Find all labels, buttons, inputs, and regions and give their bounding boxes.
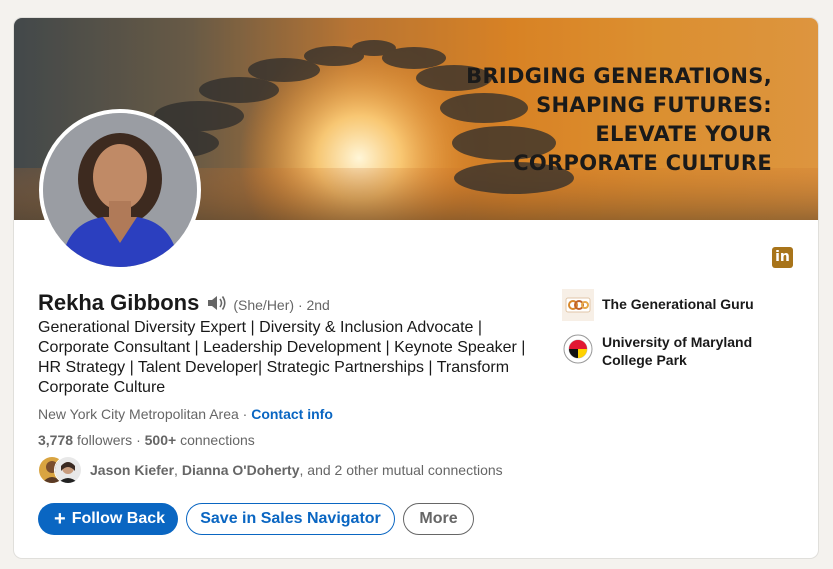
connections-label: connections — [180, 432, 255, 448]
mutual-avatar — [54, 456, 82, 484]
mutual-sep: , — [174, 462, 182, 478]
profile-avatar[interactable] — [39, 109, 201, 271]
profile-actions: + Follow Back Save in Sales Navigator Mo… — [38, 503, 474, 535]
avatar-photo — [43, 113, 197, 267]
speaker-icon[interactable] — [206, 294, 228, 317]
connections-link[interactable]: 500+ connections — [145, 432, 255, 448]
location-separator: · — [238, 406, 252, 422]
mutual-avatars — [38, 456, 86, 484]
mutual-connections-text: Jason Kiefer, Dianna O'Doherty, and 2 ot… — [90, 462, 503, 478]
connections-count: 500+ — [144, 432, 177, 448]
profile-headline: Generational Diversity Expert | Diversit… — [38, 319, 526, 396]
name-row: Rekha Gibbons (She/Her) · 2nd — [38, 290, 330, 316]
save-in-sales-navigator-button[interactable]: Save in Sales Navigator — [186, 503, 395, 535]
location-row: New York City Metropolitan Area · Contac… — [38, 406, 333, 422]
umd-seal-logo — [562, 333, 594, 365]
school-name: University of Maryland College Park — [602, 334, 753, 368]
profile-location: New York City Metropolitan Area — [38, 406, 239, 422]
current-company[interactable]: The Generational Guru — [562, 289, 802, 321]
linkedin-icon[interactable]: in — [772, 247, 793, 268]
more-button[interactable]: More — [403, 503, 474, 535]
mutual-name-2: Dianna O'Doherty — [181, 462, 300, 478]
mutual-rest: , and 2 other mutual connections — [299, 462, 503, 478]
profile-card: BRIDGING GENERATIONS, SHAPING FUTURES: E… — [14, 18, 818, 558]
mutual-connections[interactable]: Jason Kiefer, Dianna O'Doherty, and 2 ot… — [38, 456, 503, 484]
profile-pronouns: (She/Her) — [233, 297, 295, 313]
banner-headline: BRIDGING GENERATIONS, SHAPING FUTURES: E… — [466, 62, 772, 178]
followers-row: 3,778 followers · 500+ connections — [38, 432, 255, 448]
plus-icon: + — [54, 508, 66, 530]
banner-line-1: BRIDGING GENERATIONS, — [466, 64, 772, 88]
followers-link[interactable]: 3,778 followers — [38, 432, 132, 448]
generational-guru-logo — [562, 289, 594, 321]
followers-label: followers — [76, 432, 133, 448]
connections-separator: · — [132, 432, 145, 448]
education-school[interactable]: University of Maryland College Park — [562, 333, 802, 369]
banner-line-3: ELEVATE YOUR — [595, 122, 772, 146]
degree-label: · 2nd — [297, 297, 330, 313]
contact-info-link[interactable]: Contact info — [251, 406, 333, 422]
experience-education: The Generational Guru University of Mary… — [562, 289, 802, 381]
follow-back-button[interactable]: + Follow Back — [38, 503, 178, 535]
banner-line-4: CORPORATE CULTURE — [513, 151, 772, 175]
profile-name: Rekha Gibbons — [38, 290, 200, 315]
banner-line-2: SHAPING FUTURES: — [536, 93, 772, 117]
connection-degree: · 2nd — [294, 297, 330, 313]
company-name: The Generational Guru — [602, 296, 754, 312]
follow-back-label: Follow Back — [71, 510, 166, 527]
followers-count: 3,778 — [38, 432, 74, 448]
mutual-name-1: Jason Kiefer — [90, 462, 175, 478]
